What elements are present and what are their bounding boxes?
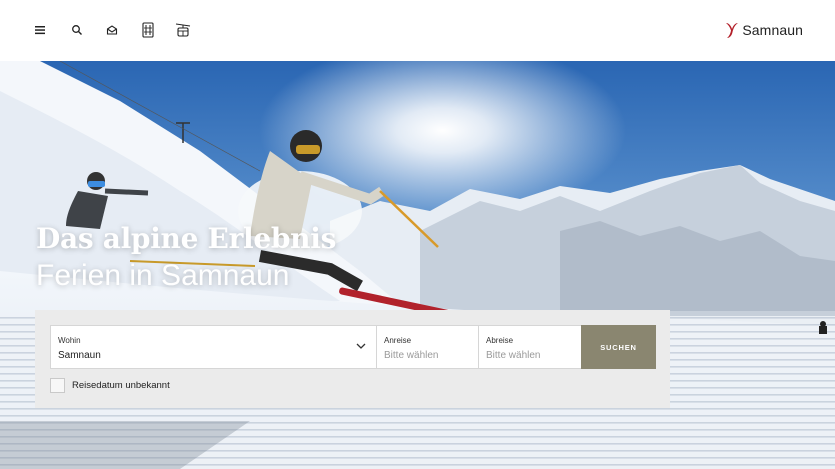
- chevron-down-icon: [356, 343, 366, 349]
- destination-value: Samnaun: [58, 350, 101, 361]
- calendar-grid-icon[interactable]: [137, 19, 159, 41]
- destination-select[interactable]: Wohin Samnaun: [50, 325, 377, 369]
- mail-icon[interactable]: [101, 19, 123, 41]
- hero-title: Das alpine Erlebnis Ferien in Samnaun: [36, 221, 336, 295]
- departure-label: Abreise: [486, 336, 514, 345]
- booking-search-panel: Wohin Samnaun Anreise Bitte wählen Abrei…: [35, 310, 670, 408]
- unknown-date-checkbox[interactable]: [50, 378, 65, 393]
- samnaun-logo-mark: [726, 23, 739, 38]
- departure-placeholder: Bitte wählen: [486, 350, 541, 361]
- destination-label: Wohin: [58, 336, 81, 345]
- search-button[interactable]: SUCHEN: [581, 325, 656, 369]
- arrival-label: Anreise: [384, 336, 412, 345]
- hero-title-line1: Das alpine Erlebnis: [36, 222, 337, 255]
- departure-date-field[interactable]: Abreise Bitte wählen: [478, 325, 582, 369]
- hamburger-menu-icon[interactable]: [30, 19, 52, 41]
- hero-title-line2: Ferien in Samnaun: [36, 259, 290, 292]
- arrival-date-field[interactable]: Anreise Bitte wählen: [376, 325, 479, 369]
- samnaun-logo[interactable]: Samnaun: [725, 19, 803, 41]
- unknown-date-label[interactable]: Reisedatum unbekannt: [72, 380, 170, 391]
- site-header: Samnaun: [0, 0, 835, 61]
- search-icon[interactable]: [66, 19, 88, 41]
- cable-car-icon[interactable]: [172, 19, 194, 41]
- logo-text: Samnaun: [742, 22, 803, 38]
- arrival-placeholder: Bitte wählen: [384, 350, 439, 361]
